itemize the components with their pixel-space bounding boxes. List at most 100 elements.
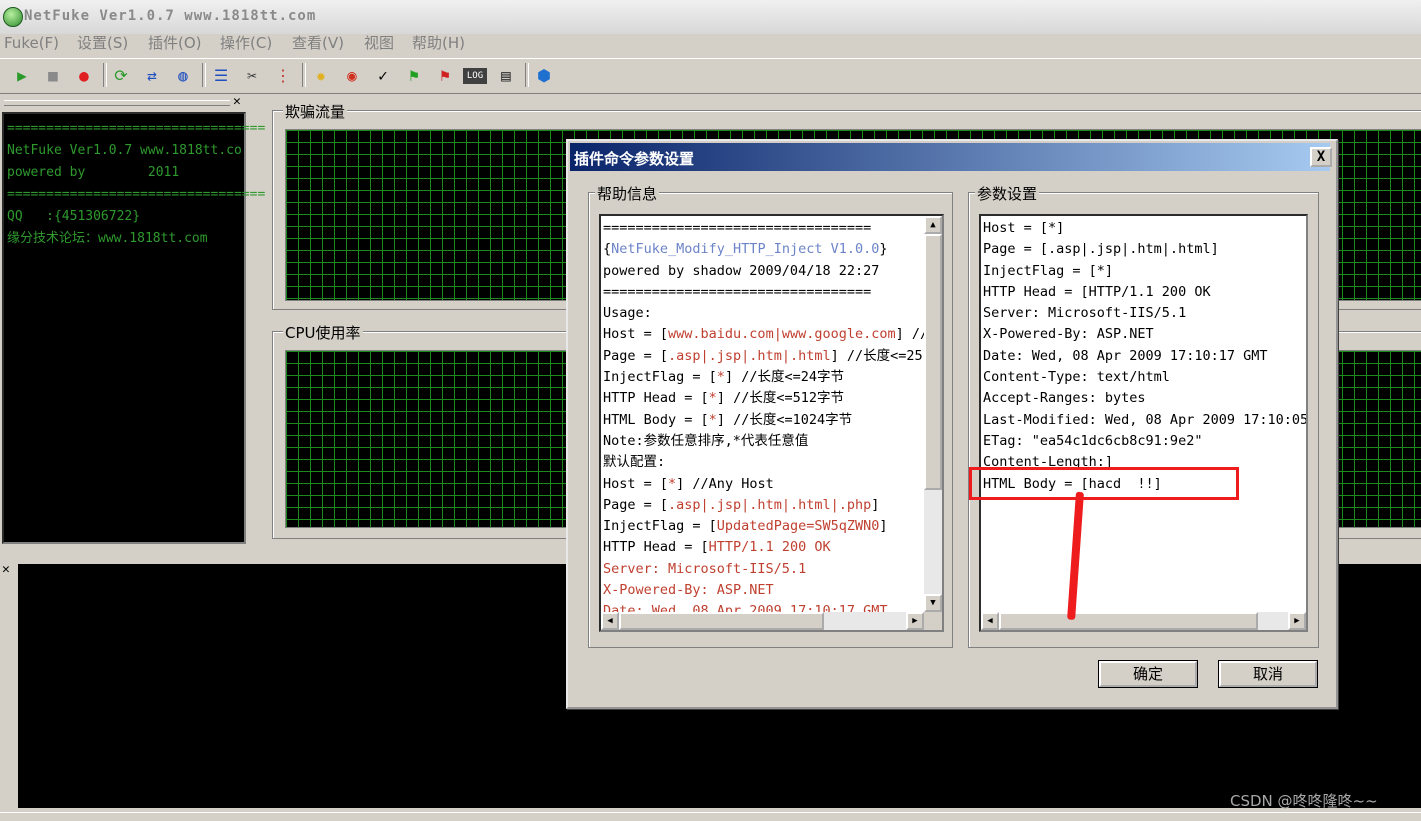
help-text: Usage: <box>603 305 652 322</box>
menu-plugins[interactable]: 插件(O) <box>148 34 202 52</box>
help-label: 帮助信息 <box>595 183 660 204</box>
params-group: 参数设置 Host = [*] Page = [.asp|.jsp|.htm|.h… <box>968 183 1319 648</box>
scroll-thumb[interactable] <box>999 612 1258 630</box>
help-textbox[interactable]: ================================= {NetFuk… <box>599 214 944 632</box>
scroll-right-icon[interactable]: ▶ <box>1288 612 1306 630</box>
menu-operations[interactable]: 操作(C) <box>220 34 272 52</box>
help-text: Host = [ <box>603 326 669 343</box>
help-text: } <box>879 241 888 258</box>
help-line: Note:参数任意排序,*代表任意值 <box>603 431 928 452</box>
params-lines: Host = [*] Page = [.asp|.jsp|.htm|.html] I… <box>983 218 1306 495</box>
help-text: NetFuke_Modify_HTTP_Inject V1.0.0 <box>611 241 880 258</box>
log-icon[interactable]: LOG <box>463 68 487 84</box>
cpu-label: CPU使用率 <box>283 322 363 343</box>
cut-icon[interactable]: ✂ <box>241 64 263 86</box>
scroll-left-icon[interactable]: ◀ <box>601 612 619 630</box>
info-panel: ✕ ================================= NetF… <box>0 94 266 548</box>
help-text: HTTP Head = [ <box>603 390 709 407</box>
record-icon[interactable]: ● <box>73 64 95 86</box>
flag-red-icon[interactable]: ⚑ <box>434 64 456 86</box>
vertical-scrollbar[interactable]: ▲ ▼ <box>924 216 942 612</box>
plugin-params-dialog: 插件命令参数设置 X 帮助信息 ========================… <box>566 139 1338 709</box>
scroll-right-icon[interactable]: ▶ <box>906 612 924 630</box>
check-icon[interactable]: ✓ <box>372 64 394 86</box>
menu-view[interactable]: 查看(V) <box>292 34 344 52</box>
help-text: * <box>716 369 725 386</box>
scroll-up-icon[interactable]: ▲ <box>924 216 942 234</box>
swap-icon[interactable]: ⇄ <box>141 64 163 86</box>
grid-icon[interactable]: ⋮ <box>272 64 294 86</box>
panel-grip[interactable] <box>4 100 230 106</box>
scroll-left-icon[interactable]: ◀ <box>981 612 999 630</box>
network-icon[interactable]: ⬢ <box>533 64 555 86</box>
help-text: X-Powered-By: ASP.NET <box>603 582 774 599</box>
help-text: ] //长度<=512字节 <box>716 390 844 407</box>
sun-icon[interactable]: ✹ <box>310 64 332 86</box>
notes-icon[interactable]: ▤ <box>495 64 517 86</box>
help-line: powered by shadow 2009/04/18 22:27 <box>603 261 928 282</box>
list-icon[interactable]: ☰ <box>210 64 232 86</box>
window-title: NetFuke Ver1.0.7 www.1818tt.com <box>24 8 317 24</box>
help-text: .asp|.jsp|.htm|.html <box>668 347 831 364</box>
help-text: HTTP Head = [ <box>603 539 709 556</box>
refresh-icon[interactable]: ⟳ <box>110 64 132 86</box>
close-button[interactable]: X <box>1310 147 1332 167</box>
help-line: InjectFlag = [UpdatedPage=SW5qZWN0] <box>603 516 928 537</box>
menu-layout[interactable]: 视图 <box>364 34 394 52</box>
watermark: CSDN @咚咚隆咚~~ <box>1230 792 1378 810</box>
help-text: HTML Body = [ <box>603 411 709 428</box>
param-line: Accept-Ranges: bytes <box>983 390 1146 407</box>
help-text: powered by shadow 2009/04/18 22:27 <box>603 262 880 279</box>
close-icon[interactable]: ✕ <box>233 94 241 109</box>
help-text: InjectFlag = [ <box>603 369 717 386</box>
help-text: www.baidu.com|www.google.com <box>668 326 896 343</box>
help-text: Page = [ <box>603 496 669 513</box>
horizontal-scrollbar[interactable]: ◀ ▶ <box>601 612 924 630</box>
param-line: Page = [.asp|.jsp|.htm|.html] <box>983 241 1219 258</box>
param-line: Server: Microsoft-IIS/5.1 <box>983 305 1187 322</box>
scroll-corner <box>924 612 942 630</box>
info-line: powered by 2011 <box>7 165 180 180</box>
help-line: 默认配置: <box>603 452 928 473</box>
help-line: Page = [.asp|.jsp|.htm|.html] //长度<=25 <box>603 346 928 367</box>
param-line: Host = [*] <box>983 220 1065 236</box>
close-icon[interactable]: ✕ <box>2 562 10 577</box>
info-line: QQ :{451306722} <box>7 209 141 224</box>
help-text: ] //Any Host <box>676 475 774 492</box>
play-icon[interactable]: ▶ <box>11 64 33 86</box>
help-text: Note:参数任意排序,*代表任意值 <box>603 432 809 449</box>
scroll-thumb[interactable] <box>619 612 824 630</box>
app-icon <box>3 7 23 27</box>
stop-icon[interactable]: ■ <box>42 64 64 86</box>
help-line: ================================= <box>603 282 928 303</box>
param-line: ETag: "ea54c1dc6cb8c91:9e2" <box>983 432 1203 449</box>
dialog-title: 插件命令参数设置 <box>574 150 695 168</box>
help-line: Usage: <box>603 303 928 324</box>
help-line: HTTP Head = [*] //长度<=512字节 <box>603 388 928 409</box>
scroll-down-icon[interactable]: ▼ <box>924 594 942 612</box>
toolbar-separator <box>202 63 206 87</box>
menu-settings[interactable]: 设置(S) <box>77 34 128 52</box>
cancel-button[interactable]: 取消 <box>1218 660 1318 688</box>
param-line: Content-Type: text/html <box>983 369 1170 386</box>
help-text: ] <box>879 518 888 535</box>
menu-fuke[interactable]: Fuke(F) <box>4 34 59 52</box>
browser-icon[interactable]: ◉ <box>341 64 363 86</box>
help-line: Host = [*] //Any Host <box>603 474 928 495</box>
info-line: ================================= <box>7 121 266 136</box>
help-text: HTTP/1.1 200 OK <box>708 539 831 556</box>
scroll-thumb[interactable] <box>924 234 942 490</box>
info-console: ================================= NetFuk… <box>2 112 266 544</box>
param-line: HTTP Head = [HTTP/1.1 200 OK <box>983 283 1211 300</box>
help-line: ================================= <box>603 218 928 239</box>
globe-settings-icon[interactable]: ◍ <box>172 64 194 86</box>
help-text: UpdatedPage=SW5qZWN0 <box>716 518 880 535</box>
help-text: ] //长度<=1024字节 <box>716 411 853 428</box>
params-textbox[interactable]: Host = [*] Page = [.asp|.jsp|.htm|.html] I… <box>979 214 1308 632</box>
help-text: * <box>708 390 717 407</box>
horizontal-scrollbar[interactable]: ◀ ▶ <box>981 612 1306 630</box>
traffic-label: 欺骗流量 <box>283 101 348 122</box>
menu-help[interactable]: 帮助(H) <box>412 34 465 52</box>
flag-green-icon[interactable]: ⚑ <box>403 64 425 86</box>
ok-button[interactable]: 确定 <box>1098 660 1198 688</box>
